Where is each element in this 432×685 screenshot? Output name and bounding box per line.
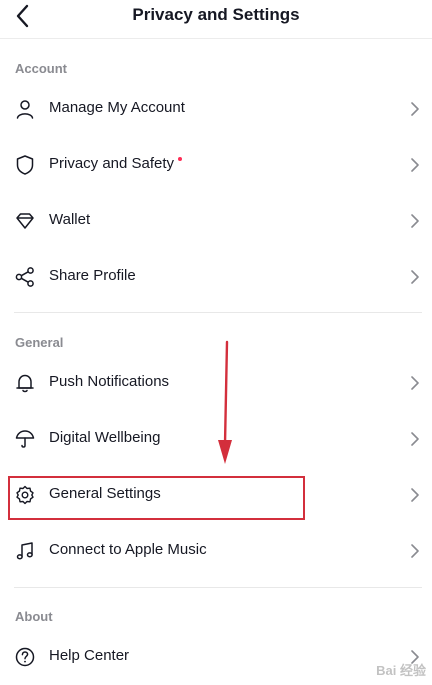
settings-item-label: Push Notifications <box>49 373 170 390</box>
chevron-right-icon <box>411 158 419 172</box>
settings-item-manage-my-account[interactable]: Manage My Account <box>0 81 432 137</box>
chevron-right-icon <box>411 214 419 228</box>
section-title-general: General <box>15 335 64 350</box>
share-icon <box>15 267 34 287</box>
question-circle-icon <box>15 647 35 667</box>
settings-item-wallet[interactable]: Wallet <box>0 193 432 249</box>
section-title-about: About <box>15 609 53 624</box>
annotation-arrow-icon <box>218 340 232 464</box>
bell-icon <box>16 374 34 393</box>
umbrella-icon <box>15 430 35 448</box>
chevron-right-icon <box>411 376 419 390</box>
settings-item-label: Wallet <box>49 211 91 228</box>
shield-icon <box>16 155 34 175</box>
header-divider <box>0 38 432 39</box>
section-divider <box>14 587 422 588</box>
settings-item-label: Connect to Apple Music <box>49 541 207 558</box>
settings-item-label-text: Privacy and Safety <box>49 155 175 172</box>
settings-item-help-center[interactable]: Help Center <box>0 629 432 685</box>
chevron-right-icon <box>411 544 419 558</box>
section-title-account: Account <box>15 61 67 76</box>
settings-item-label: Manage My Account <box>49 99 185 116</box>
chevron-right-icon <box>411 270 419 284</box>
settings-item-connect-to-apple-music[interactable]: Connect to Apple Music <box>0 523 432 579</box>
settings-item-privacy-and-safety[interactable]: Privacy and Safety <box>0 137 432 193</box>
settings-item-label: Help Center <box>49 647 130 664</box>
chevron-right-icon <box>411 102 419 116</box>
music-note-icon <box>16 542 33 560</box>
settings-item-share-profile[interactable]: Share Profile <box>0 249 432 305</box>
page-title: Privacy and Settings <box>132 5 300 24</box>
settings-item-label: Share Profile <box>49 267 136 284</box>
annotation-highlight-box <box>8 476 305 520</box>
diamond-icon <box>16 213 34 229</box>
settings-item-label: Digital Wellbeing <box>49 429 161 446</box>
section-divider <box>14 312 422 313</box>
header-bar: Privacy and Settings <box>0 0 432 36</box>
watermark: Bai 经验 <box>376 663 426 678</box>
notification-dot <box>178 157 183 161</box>
chevron-right-icon <box>411 432 419 446</box>
chevron-right-icon <box>411 488 419 502</box>
person-icon <box>16 100 34 119</box>
settings-item-label: Privacy and Safety <box>49 155 183 172</box>
